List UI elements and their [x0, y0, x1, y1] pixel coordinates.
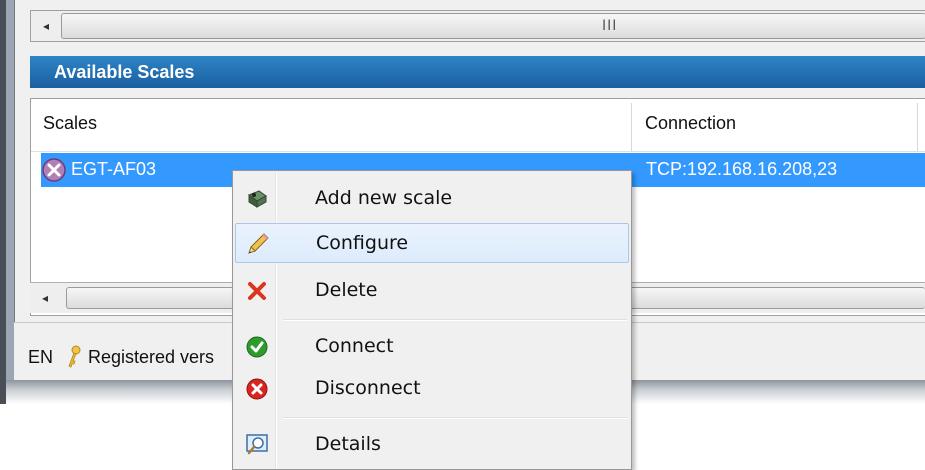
menu-item-label: Disconnect: [315, 377, 421, 399]
menu-item-label: Connect: [315, 335, 394, 357]
details-magnifier-icon: [245, 433, 269, 457]
column-divider: [631, 103, 632, 151]
menu-item-details[interactable]: Details: [235, 425, 629, 465]
scrollbar-thumb[interactable]: III: [61, 13, 925, 39]
menu-item-add-new-scale[interactable]: Add new scale: [235, 179, 629, 219]
available-scales-header: Available Scales: [30, 56, 925, 88]
menu-item-connect[interactable]: Connect: [235, 327, 629, 367]
context-menu: Add new scale Configure Delete Connect D…: [232, 170, 632, 470]
delete-x-icon: [245, 279, 269, 303]
menu-item-label: Configure: [316, 232, 409, 254]
add-scale-icon: [245, 187, 269, 211]
header-separator: [31, 151, 925, 152]
scroll-left-arrow-icon[interactable]: ◂: [31, 11, 61, 41]
scroll-left-arrow-icon[interactable]: ◂: [30, 283, 60, 313]
column-divider: [917, 103, 918, 151]
top-horizontal-scrollbar[interactable]: ◂ III: [30, 10, 925, 42]
menu-separator: [283, 319, 627, 321]
menu-item-configure[interactable]: Configure: [235, 223, 629, 263]
disconnected-x-icon: [41, 157, 67, 183]
menu-item-label: Delete: [315, 279, 378, 301]
window-left-edge: [6, 0, 14, 404]
scale-name-cell: EGT-AF03: [71, 159, 157, 179]
menu-item-label: Details: [315, 433, 381, 455]
scrollbar-grip-icon: III: [602, 18, 618, 34]
language-indicator[interactable]: EN: [28, 347, 53, 368]
menu-item-disconnect[interactable]: Disconnect: [235, 369, 629, 409]
registration-status: Registered vers: [88, 347, 215, 367]
menu-item-label: Add new scale: [315, 187, 453, 209]
connect-check-icon: [245, 335, 269, 359]
disconnect-x-icon: [245, 377, 269, 401]
key-icon: [66, 345, 82, 369]
connection-cell: TCP:192.168.16.208,23: [646, 159, 838, 179]
pencil-icon: [246, 232, 270, 256]
menu-separator: [283, 417, 627, 419]
column-header-connection[interactable]: Connection: [645, 113, 736, 134]
column-header-scales[interactable]: Scales: [43, 113, 97, 134]
menu-item-delete[interactable]: Delete: [235, 271, 629, 311]
